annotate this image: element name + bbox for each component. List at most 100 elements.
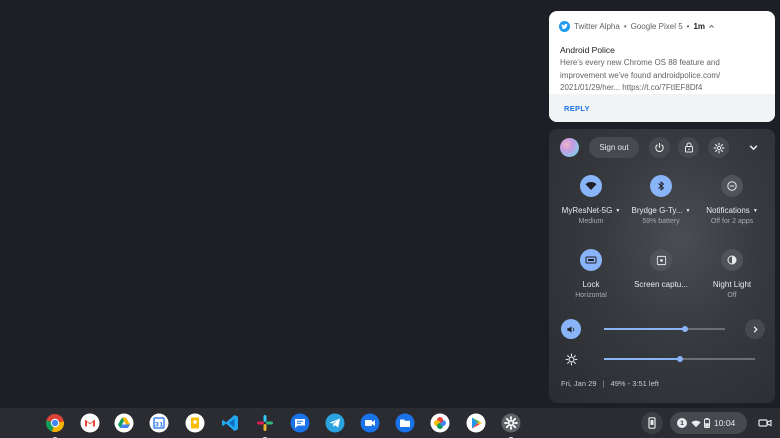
- duo-app[interactable]: [360, 413, 380, 433]
- gmail-app[interactable]: [80, 413, 100, 433]
- battery-icon: [704, 418, 710, 428]
- slack-icon: [257, 415, 273, 431]
- power-icon: [655, 142, 664, 153]
- tile-sublabel: Off: [727, 292, 737, 299]
- calendar-app[interactable]: 31: [149, 413, 169, 433]
- brightness-slider[interactable]: [604, 356, 755, 362]
- tile-bluetooth[interactable]: Brydge G-Ty... ▼ 59% battery: [624, 175, 698, 225]
- footer-separator: |: [602, 379, 605, 388]
- drive-icon: [114, 413, 134, 433]
- tile-screen-capture[interactable]: Screen captu...: [624, 249, 698, 289]
- keep-icon: [185, 413, 205, 433]
- settings-app[interactable]: [501, 413, 521, 438]
- tile-sublabel: Medium: [578, 218, 604, 225]
- avatar[interactable]: [560, 138, 579, 157]
- phone-icon: [648, 417, 656, 429]
- notification-count-badge: 1: [677, 418, 687, 428]
- collapse-button[interactable]: [745, 139, 762, 156]
- screen-rotation-lock-icon: [580, 249, 602, 271]
- tile-label: MyResNet-5G ▼: [561, 206, 621, 215]
- files-icon: [395, 413, 415, 433]
- vscode-app[interactable]: [220, 413, 240, 433]
- reply-button[interactable]: REPLY: [564, 104, 590, 113]
- video-call-icon: [758, 419, 772, 427]
- tile-sublabel: Off for 2 apps: [710, 218, 754, 225]
- power-button[interactable]: [649, 137, 670, 158]
- volume-slider-handle[interactable]: [682, 326, 688, 332]
- tile-wifi[interactable]: MyResNet-5G ▼ Medium: [554, 175, 628, 225]
- brightness-slider-handle[interactable]: [677, 356, 683, 362]
- lock-icon: [684, 142, 693, 153]
- volume-mute-button[interactable]: [561, 319, 581, 339]
- battery-status[interactable]: 49% - 3:51 left: [611, 379, 659, 388]
- volume-icon: [566, 325, 574, 333]
- screen-capture-icon: [650, 249, 672, 271]
- notification-body-line: 2021/01/29/her... https://t.co/7FtIEF8Df…: [560, 83, 703, 92]
- notification-body-line: Here's every new Chrome OS 88 feature an…: [560, 58, 720, 67]
- chevron-down-icon: [749, 145, 758, 151]
- tile-sublabel: Horizontal: [575, 292, 607, 299]
- notification-app-name: Twitter Alpha: [574, 21, 620, 31]
- drive-app[interactable]: [114, 413, 134, 433]
- status-area[interactable]: 1 10:04: [670, 412, 747, 434]
- twitter-icon: [559, 20, 570, 32]
- play-store-icon: [466, 413, 486, 433]
- play-store-app[interactable]: [466, 413, 486, 433]
- notification-body-line: improvement we've found androidpolice.co…: [560, 70, 721, 80]
- wifi-status-icon: [691, 420, 701, 427]
- brightness-icon: [561, 349, 581, 369]
- photos-icon: [430, 413, 450, 433]
- chrome-app[interactable]: [45, 413, 65, 438]
- messages-icon: [290, 413, 310, 433]
- quick-settings-footer: Fri, Jan 29 | 49% - 3:51 left: [561, 379, 659, 388]
- tile-label: Lock: [582, 280, 600, 289]
- vscode-icon: [222, 415, 238, 431]
- photos-app[interactable]: [430, 413, 450, 433]
- chrome-icon: [45, 414, 65, 433]
- settings-button[interactable]: [708, 137, 729, 158]
- duo-icon: [360, 413, 380, 433]
- sign-out-button[interactable]: Sign out: [589, 137, 639, 158]
- volume-slider[interactable]: [604, 326, 725, 332]
- header-separator: •: [623, 21, 627, 31]
- bluetooth-icon: [650, 175, 672, 197]
- date-label[interactable]: Fri, Jan 29: [561, 379, 596, 388]
- messages-app[interactable]: [290, 413, 310, 433]
- telegram-icon: [325, 413, 345, 433]
- slack-app[interactable]: [255, 413, 275, 438]
- do-not-disturb-icon: [721, 175, 743, 197]
- chevron-right-icon: [753, 325, 758, 333]
- screen-share-button[interactable]: [758, 416, 772, 430]
- wifi-icon: [580, 175, 602, 197]
- files-app[interactable]: [395, 413, 415, 433]
- brightness-slider-fill: [604, 358, 680, 360]
- tile-notifications[interactable]: Notifications ▼ Off for 2 apps: [695, 175, 769, 225]
- volume-slider-fill: [604, 328, 685, 330]
- notification-card[interactable]: Twitter Alpha • Google Pixel 5 • 1m Andr…: [549, 11, 775, 122]
- header-separator: •: [686, 21, 690, 31]
- tile-label: Notifications ▼: [706, 206, 758, 215]
- tile-sublabel: 59% battery: [642, 218, 680, 225]
- night-light-icon: [721, 249, 743, 271]
- svg-text:31: 31: [154, 421, 164, 429]
- notification-header: Twitter Alpha • Google Pixel 5 • 1m: [559, 19, 715, 33]
- keep-app[interactable]: [185, 413, 205, 433]
- chevron-up-icon[interactable]: [708, 23, 715, 30]
- quick-settings-panel: Sign out MyResNet-5G ▼ Medium Brydge G-Ty…: [549, 129, 775, 403]
- notification-device: Google Pixel 5: [630, 21, 683, 31]
- telegram-app[interactable]: [325, 413, 345, 433]
- tile-label: Screen captu...: [634, 280, 688, 289]
- shelf: 31 1 10:04: [0, 408, 780, 438]
- tile-rotation-lock[interactable]: Lock Horizontal: [554, 249, 628, 299]
- notification-title: Android Police: [560, 45, 615, 55]
- lock-button[interactable]: [678, 137, 699, 158]
- quick-settings-toolbar: Sign out: [549, 129, 775, 167]
- tile-label: Night Light: [712, 280, 752, 289]
- gear-icon: [713, 142, 724, 153]
- tile-label: Brydge G-Ty... ▼: [631, 206, 691, 215]
- tile-night-light[interactable]: Night Light Off: [695, 249, 769, 299]
- clock: 10:04: [714, 418, 736, 428]
- gmail-icon: [80, 413, 100, 433]
- audio-settings-button[interactable]: [745, 319, 765, 339]
- phone-hub-button[interactable]: [641, 412, 663, 434]
